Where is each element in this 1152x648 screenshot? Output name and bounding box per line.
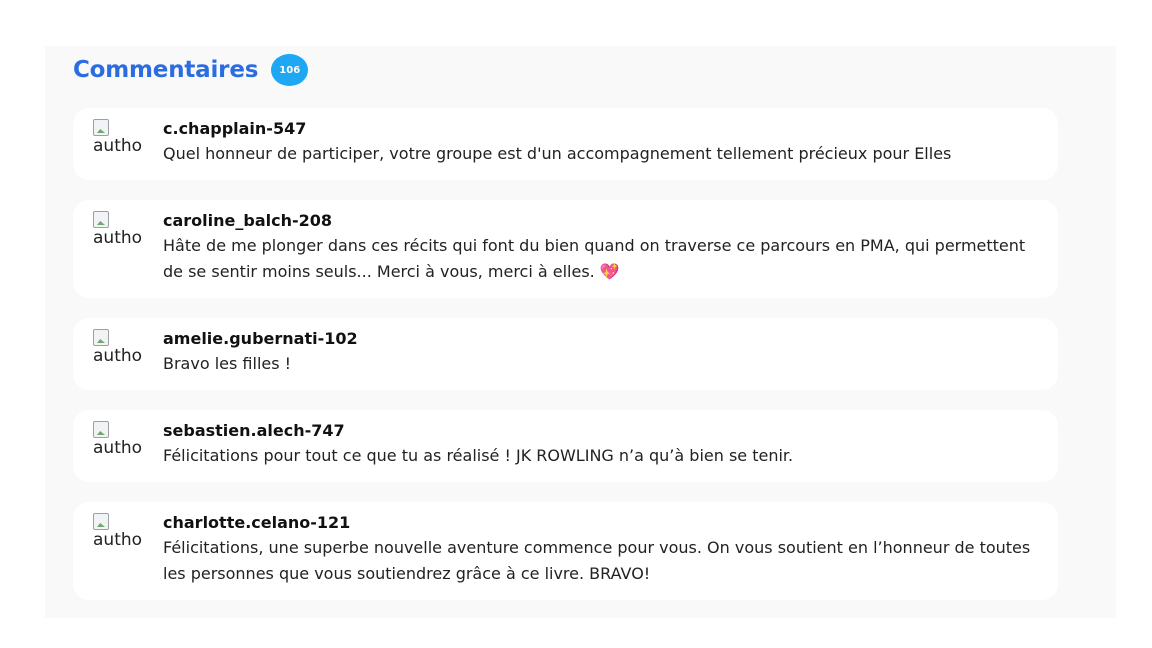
comment-username[interactable]: amelie.gubernati-102 bbox=[163, 328, 1038, 350]
comments-title: Commentaires bbox=[73, 57, 259, 83]
comments-header: Commentaires 106 bbox=[73, 54, 309, 86]
author-avatar: autho bbox=[93, 513, 145, 553]
broken-image-icon bbox=[93, 513, 109, 530]
comment-username[interactable]: caroline_balch-208 bbox=[163, 210, 1038, 232]
comment-username[interactable]: charlotte.celano-121 bbox=[163, 512, 1038, 534]
comment-text: Félicitations pour tout ce que tu as réa… bbox=[163, 446, 794, 465]
comment-text: Félicitations, une superbe nouvelle aven… bbox=[163, 538, 1031, 583]
author-avatar: autho bbox=[93, 211, 145, 251]
avatar-alt-text: autho bbox=[93, 228, 143, 248]
comments-count-badge: 106 bbox=[271, 54, 309, 86]
broken-image-icon bbox=[93, 329, 109, 346]
comment-text-body: Hâte de me plonger dans ces récits qui f… bbox=[163, 236, 1026, 281]
comment-card: autho c.chapplain-547 Quel honneur de pa… bbox=[73, 108, 1058, 180]
comments-list: autho c.chapplain-547 Quel honneur de pa… bbox=[73, 108, 1058, 620]
broken-image-icon bbox=[93, 119, 109, 136]
comment-username[interactable]: c.chapplain-547 bbox=[163, 118, 1038, 140]
author-avatar: autho bbox=[93, 421, 145, 461]
author-avatar: autho bbox=[93, 329, 145, 369]
broken-image-icon bbox=[93, 421, 109, 438]
comment-card: autho caroline_balch-208 Hâte de me plon… bbox=[73, 200, 1058, 298]
comment-card: autho sebastien.alech-747 Félicitations … bbox=[73, 410, 1058, 482]
comment-card: autho charlotte.celano-121 Félicitations… bbox=[73, 502, 1058, 600]
avatar-alt-text: autho bbox=[93, 530, 143, 550]
broken-image-icon bbox=[93, 211, 109, 228]
comment-text: Quel honneur de participer, votre groupe… bbox=[163, 144, 952, 163]
avatar-alt-text: autho bbox=[93, 438, 143, 458]
author-avatar: autho bbox=[93, 119, 145, 159]
comment-username[interactable]: sebastien.alech-747 bbox=[163, 420, 1038, 442]
comment-card: autho amelie.gubernati-102 Bravo les fil… bbox=[73, 318, 1058, 390]
avatar-alt-text: autho bbox=[93, 136, 143, 156]
avatar-alt-text: autho bbox=[93, 346, 143, 366]
comments-panel: Commentaires 106 autho c.chapplain-547 Q… bbox=[45, 46, 1116, 618]
heart-emoji-icon: 💖 bbox=[599, 262, 620, 281]
comment-text: Hâte de me plonger dans ces récits qui f… bbox=[163, 233, 1038, 285]
comment-text: Bravo les filles ! bbox=[163, 354, 292, 373]
